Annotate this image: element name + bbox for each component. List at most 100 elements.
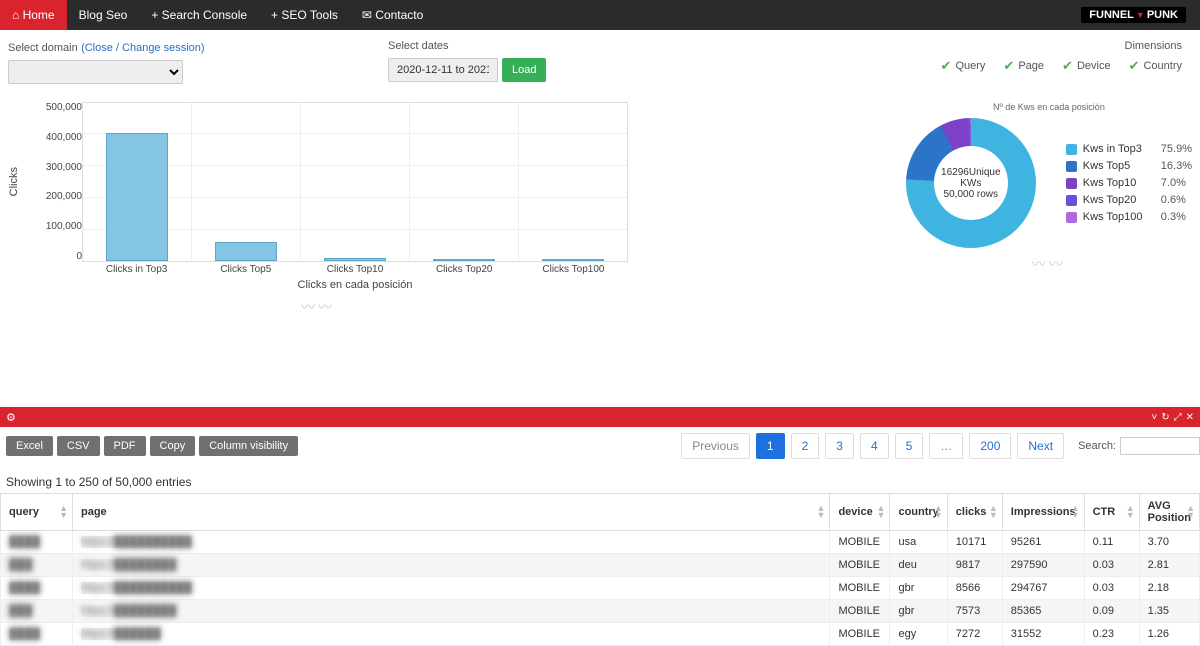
cell-device: MOBILE — [830, 554, 890, 577]
dimension-country[interactable]: ✔Country — [1129, 58, 1182, 74]
th-page[interactable]: page▲▼ — [73, 494, 830, 531]
legend-item: Kws Top200.6% — [1066, 194, 1192, 206]
th-clicks[interactable]: clicks▲▼ — [947, 494, 1002, 531]
brand-logo: FUNNEL▼PUNK — [1081, 7, 1186, 23]
pdf-button[interactable]: PDF — [104, 436, 146, 456]
csv-button[interactable]: CSV — [57, 436, 100, 456]
check-icon: ✔ — [1003, 58, 1014, 74]
panel-header: ⚙ ˅ ↻ ⤢ ✕ — [0, 407, 1200, 427]
search-input[interactable] — [1120, 437, 1200, 455]
pager-page-2[interactable]: 2 — [791, 433, 820, 459]
table-row: ███https://████████MOBILEdeu98172975900.… — [1, 554, 1200, 577]
legend-item: Kws in Top375.9% — [1066, 143, 1192, 155]
cell-query: ███ — [1, 600, 73, 623]
pager-prev[interactable]: Previous — [681, 433, 750, 459]
dimension-device[interactable]: ✔Device — [1062, 58, 1111, 74]
nav-home[interactable]: ⌂ Home — [0, 0, 67, 30]
cell-clicks: 7272 — [947, 623, 1002, 646]
close-icon[interactable]: ✕ — [1186, 412, 1194, 423]
th-impressions[interactable]: Impressions▲▼ — [1002, 494, 1084, 531]
nav-contacto[interactable]: ✉ Contacto — [350, 0, 435, 30]
cell-page: https://██████████ — [73, 531, 830, 554]
divider-flourish: 〰〰 — [1032, 254, 1066, 274]
bar — [324, 258, 386, 261]
nav-blog-seo[interactable]: Blog Seo — [67, 0, 140, 30]
legend-item: Kws Top107.0% — [1066, 177, 1192, 189]
bar-ylabel: Clicks — [8, 167, 20, 196]
cell-ctr: 0.11 — [1084, 531, 1139, 554]
copy-button[interactable]: Copy — [150, 436, 196, 456]
cell-clicks: 10171 — [947, 531, 1002, 554]
table-row: ███https://████████MOBILEgbr7573853650.0… — [1, 600, 1200, 623]
pager-page-5[interactable]: 5 — [895, 433, 924, 459]
sort-icon: ▲▼ — [934, 505, 943, 519]
sort-icon: ▲▼ — [817, 505, 826, 519]
cell-device: MOBILE — [830, 531, 890, 554]
cell-query: ███ — [1, 554, 73, 577]
pager-page-3[interactable]: 3 — [825, 433, 854, 459]
sort-icon: ▲▼ — [877, 505, 886, 519]
pager-page-1[interactable]: 1 — [756, 433, 785, 459]
pager-page-4[interactable]: 4 — [860, 433, 889, 459]
data-table: query▲▼page▲▼device▲▼country▲▼clicks▲▼Im… — [0, 493, 1200, 646]
cell-query: ████ — [1, 577, 73, 600]
nav-search-console[interactable]: + Search Console — [139, 0, 259, 30]
pagination: Previous12345…200Next — [681, 433, 1064, 459]
cell-page: https://██████████ — [73, 577, 830, 600]
pager-next[interactable]: Next — [1017, 433, 1064, 459]
cell-impr: 294767 — [1002, 577, 1084, 600]
cell-page: https://████████ — [73, 554, 830, 577]
check-icon: ✔ — [1062, 58, 1073, 74]
bar-yaxis: 500,000400,000300,000200,000100,0000 — [24, 102, 82, 262]
load-button[interactable]: Load — [502, 58, 546, 82]
cell-pos: 1.35 — [1139, 600, 1199, 623]
divider-flourish: 〰〰 — [8, 297, 628, 317]
th-ctr[interactable]: CTR▲▼ — [1084, 494, 1139, 531]
sort-icon: ▲▼ — [1126, 505, 1135, 519]
excel-button[interactable]: Excel — [6, 436, 53, 456]
th-avg-position[interactable]: AVG Position▲▼ — [1139, 494, 1199, 531]
cell-country: gbr — [890, 600, 947, 623]
bar — [215, 242, 277, 261]
cell-impr: 95261 — [1002, 531, 1084, 554]
th-device[interactable]: device▲▼ — [830, 494, 890, 531]
cell-clicks: 7573 — [947, 600, 1002, 623]
close-session-link[interactable]: (Close / Change session) — [81, 42, 205, 54]
refresh-icon[interactable]: ↻ — [1161, 412, 1169, 423]
sort-icon: ▲▼ — [1186, 505, 1195, 519]
entries-info: Showing 1 to 250 of 50,000 entries — [0, 465, 1200, 493]
domain-select[interactable] — [8, 60, 183, 84]
dimension-query[interactable]: ✔Query — [941, 58, 986, 74]
cell-page: https://██████ — [73, 623, 830, 646]
bar — [433, 259, 495, 261]
cell-country: usa — [890, 531, 947, 554]
cell-clicks: 9817 — [947, 554, 1002, 577]
export-buttons: ExcelCSVPDFCopyColumn visibility — [6, 436, 298, 456]
cell-pos: 2.81 — [1139, 554, 1199, 577]
panel-settings-icon[interactable]: ⚙ — [6, 411, 16, 424]
column-visibility-button[interactable]: Column visibility — [199, 436, 298, 456]
th-query[interactable]: query▲▼ — [1, 494, 73, 531]
th-country[interactable]: country▲▼ — [890, 494, 947, 531]
cell-device: MOBILE — [830, 577, 890, 600]
check-icon: ✔ — [1129, 58, 1140, 74]
cell-impr: 297590 — [1002, 554, 1084, 577]
collapse-icon[interactable]: ˅ — [1151, 412, 1157, 423]
table-row: ████https://██████████MOBILEgbr856629476… — [1, 577, 1200, 600]
cell-page: https://████████ — [73, 600, 830, 623]
expand-icon[interactable]: ⤢ — [1174, 412, 1182, 423]
check-icon: ✔ — [941, 58, 952, 74]
pager-page-200[interactable]: 200 — [969, 433, 1011, 459]
bar — [542, 259, 604, 261]
pager-page-…[interactable]: … — [929, 433, 963, 459]
cell-ctr: 0.09 — [1084, 600, 1139, 623]
cell-query: ████ — [1, 623, 73, 646]
nav-seo-tools[interactable]: + SEO Tools — [259, 0, 350, 30]
cell-pos: 1.26 — [1139, 623, 1199, 646]
cell-country: egy — [890, 623, 947, 646]
bar-xaxis: Clicks in Top3Clicks Top5Clicks Top10Cli… — [82, 264, 628, 275]
sort-icon: ▲▼ — [989, 505, 998, 519]
date-range-input[interactable] — [388, 58, 498, 82]
dimension-page[interactable]: ✔Page — [1003, 58, 1044, 74]
cell-country: gbr — [890, 577, 947, 600]
